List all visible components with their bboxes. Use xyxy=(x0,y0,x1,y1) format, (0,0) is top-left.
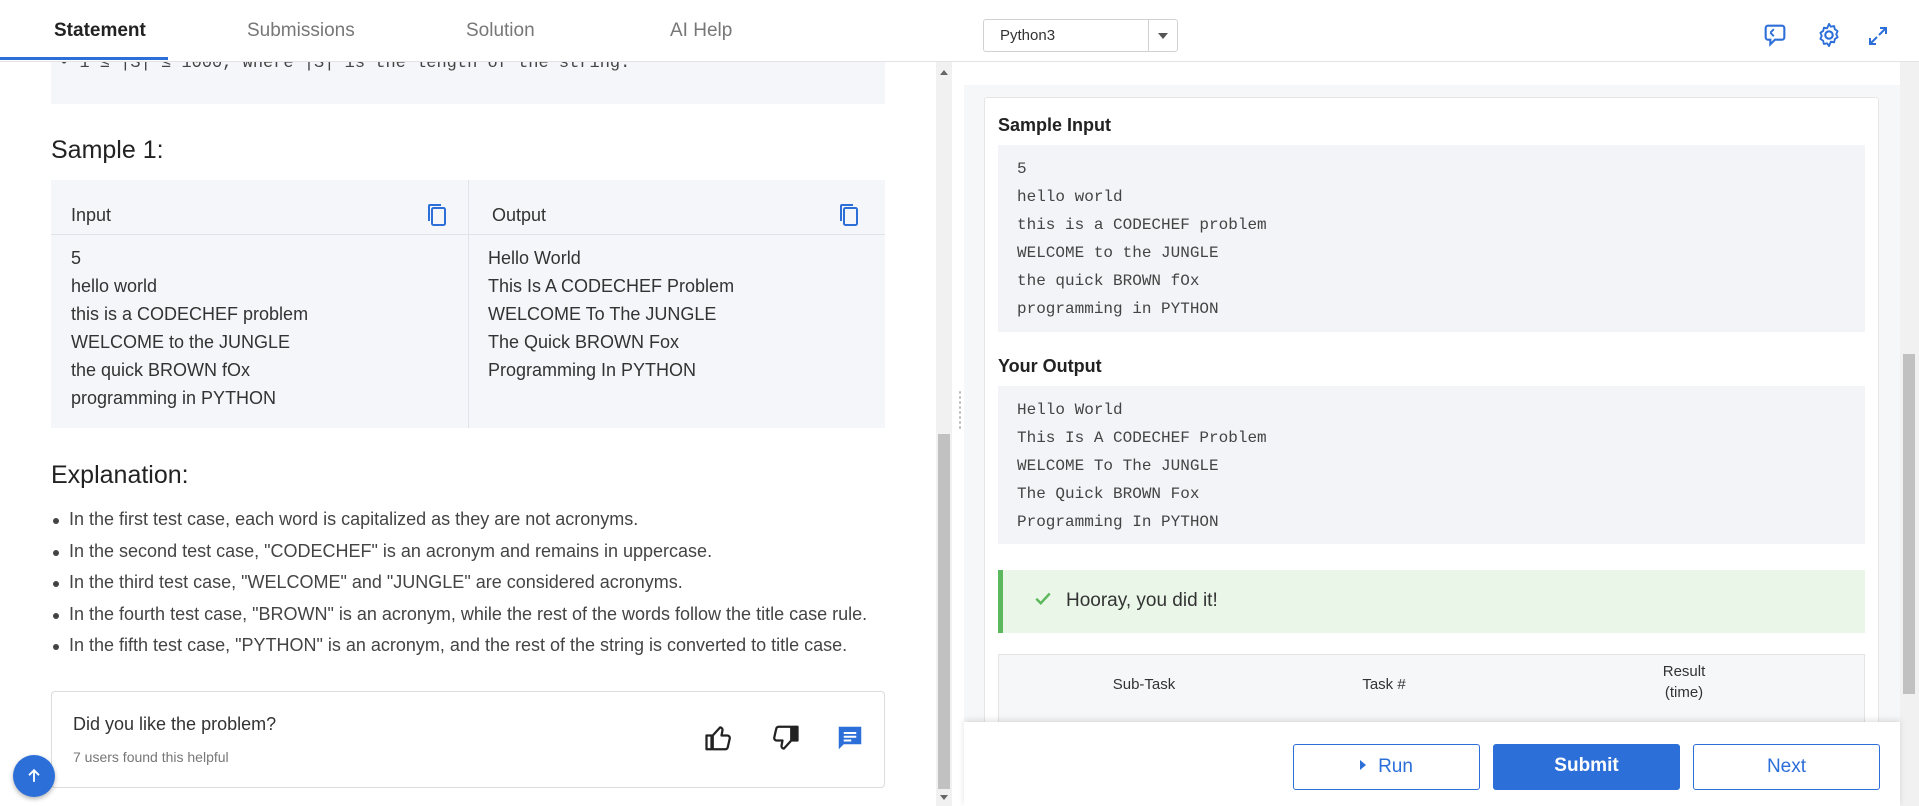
pane-top-strip xyxy=(964,62,1900,85)
output-line: This Is A CODECHEF Problem xyxy=(488,276,735,296)
output-line: Hello World xyxy=(488,248,581,268)
code-line: This Is A CODECHEF Problem xyxy=(1017,429,1267,447)
sample-divider xyxy=(468,180,469,428)
language-select[interactable]: Python3 xyxy=(983,19,1178,52)
run-results-pane: Sample Input 5 hello world this is a COD… xyxy=(964,62,1900,806)
output-line: Programming In PYTHON xyxy=(488,360,697,380)
select-divider xyxy=(1148,20,1149,51)
list-item: In the first test case, each word is cap… xyxy=(51,504,867,536)
sample-input-label: Sample Input xyxy=(998,115,1112,135)
explanation-heading: Explanation: xyxy=(51,461,189,489)
problem-statement-pane: • 1 ≤ |S| ≤ 1000, where |S| is the lengt… xyxy=(0,62,936,806)
result-header-line1: Result xyxy=(1662,663,1706,680)
output-line: The Quick BROWN Fox xyxy=(488,332,680,352)
explanation-list: In the first test case, each word is cap… xyxy=(51,504,867,662)
scroll-down-arrow-icon[interactable] xyxy=(940,795,948,800)
output-column-title: Output xyxy=(492,205,547,225)
run-label: Run xyxy=(1378,756,1413,777)
gear-icon[interactable] xyxy=(1815,21,1843,49)
your-output-label: Your Output xyxy=(998,356,1102,376)
scrollbar-thumb[interactable] xyxy=(1903,354,1915,694)
tab-submissions[interactable]: Submissions xyxy=(247,20,355,42)
output-line: WELCOME To The JUNGLE xyxy=(488,304,717,324)
code-line: this is a CODECHEF problem xyxy=(1017,216,1267,234)
pane-splitter[interactable] xyxy=(954,62,964,806)
action-bar: Run Submit Next xyxy=(964,722,1900,806)
your-output-box: Hello World This Is A CODECHEF Problem W… xyxy=(998,386,1865,544)
sample-input-code: 5 hello world this is a CODECHEF problem… xyxy=(1017,155,1267,323)
sample-input-lines: 5 hello world this is a CODECHEF problem… xyxy=(71,244,308,412)
active-tab-indicator xyxy=(0,57,168,60)
code-line: Programming In PYTHON xyxy=(1017,513,1219,531)
subtask-header: Sub-Task xyxy=(1112,676,1176,693)
code-line: the quick BROWN fOx xyxy=(1017,272,1200,290)
sample-output-lines: Hello World This Is A CODECHEF Problem W… xyxy=(488,244,734,384)
check-icon xyxy=(1035,592,1051,605)
input-column-title: Input xyxy=(71,205,112,225)
your-output-code: Hello World This Is A CODECHEF Problem W… xyxy=(1017,396,1267,536)
constraint-text: • 1 ≤ |S| ≤ 1000, where |S| is the lengt… xyxy=(59,62,631,73)
results-scrollbar[interactable] xyxy=(1900,62,1919,806)
sample-heading: Sample 1: xyxy=(51,136,164,164)
success-message: Hooray, you did it! xyxy=(1066,590,1218,611)
scroll-to-top-button[interactable] xyxy=(13,755,55,797)
code-line: programming in PYTHON xyxy=(1017,300,1219,318)
sample-table: Input Output 5 hello world this is a COD… xyxy=(51,180,885,428)
code-line: The Quick BROWN Fox xyxy=(1017,485,1200,503)
subtask-results-table: Sub-Task Task # Result (time) xyxy=(998,654,1865,724)
play-icon xyxy=(1360,760,1367,770)
splitter-grip-icon[interactable] xyxy=(958,390,962,430)
thumbs-down-icon[interactable] xyxy=(769,723,801,753)
input-line: this is a CODECHEF problem xyxy=(71,304,309,324)
expand-icon[interactable] xyxy=(1866,24,1890,48)
thumbs-up-icon[interactable] xyxy=(703,723,735,753)
list-item: In the fourth test case, "BROWN" is an a… xyxy=(51,599,867,631)
success-banner: Hooray, you did it! xyxy=(998,570,1865,633)
comment-icon[interactable] xyxy=(834,723,866,753)
next-button[interactable]: Next xyxy=(1693,744,1880,790)
copy-input-icon[interactable] xyxy=(425,202,449,228)
input-line: hello world xyxy=(71,276,158,296)
code-line: hello world xyxy=(1017,188,1123,206)
input-line: WELCOME to the JUNGLE xyxy=(71,332,291,352)
list-item: In the second test case, "CODECHEF" is a… xyxy=(51,536,867,568)
sample-input-box: 5 hello world this is a CODECHEF problem… xyxy=(998,145,1865,332)
constraints-box: • 1 ≤ |S| ≤ 1000, where |S| is the lengt… xyxy=(51,62,885,104)
chat-icon[interactable] xyxy=(1761,21,1789,49)
top-bar: Statement Submissions Solution AI Help P… xyxy=(0,0,1919,62)
result-header-line2: (time) xyxy=(1664,684,1704,701)
task-number-header: Task # xyxy=(1362,676,1406,693)
run-button[interactable]: Run xyxy=(1293,744,1480,790)
tab-solution[interactable]: Solution xyxy=(466,20,535,42)
input-line: 5 xyxy=(71,248,82,268)
input-line: programming in PYTHON xyxy=(71,388,277,408)
feedback-question: Did you like the problem? xyxy=(73,714,277,734)
list-item: In the fifth test case, "PYTHON" is an a… xyxy=(51,630,867,662)
statement-scrollbar[interactable] xyxy=(936,62,952,806)
scrollbar-thumb[interactable] xyxy=(938,434,950,789)
helpful-count: 7 users found this helpful xyxy=(73,749,229,765)
feedback-card: Did you like the problem? 7 users found … xyxy=(51,691,885,788)
submit-button[interactable]: Submit xyxy=(1493,744,1680,790)
scroll-up-arrow-icon[interactable] xyxy=(940,70,948,75)
code-line: WELCOME To The JUNGLE xyxy=(1017,457,1219,475)
copy-output-icon[interactable] xyxy=(837,202,861,228)
list-item: In the third test case, "WELCOME" and "J… xyxy=(51,567,867,599)
tab-statement[interactable]: Statement xyxy=(54,20,146,42)
chevron-down-icon xyxy=(1158,33,1168,39)
tab-ai-help[interactable]: AI Help xyxy=(670,20,732,42)
code-line: 5 xyxy=(1017,160,1027,178)
language-value: Python3 xyxy=(1000,27,1056,44)
input-line: the quick BROWN fOx xyxy=(71,360,251,380)
code-line: Hello World xyxy=(1017,401,1123,419)
code-line: WELCOME to the JUNGLE xyxy=(1017,244,1219,262)
arrow-up-icon xyxy=(28,768,40,782)
